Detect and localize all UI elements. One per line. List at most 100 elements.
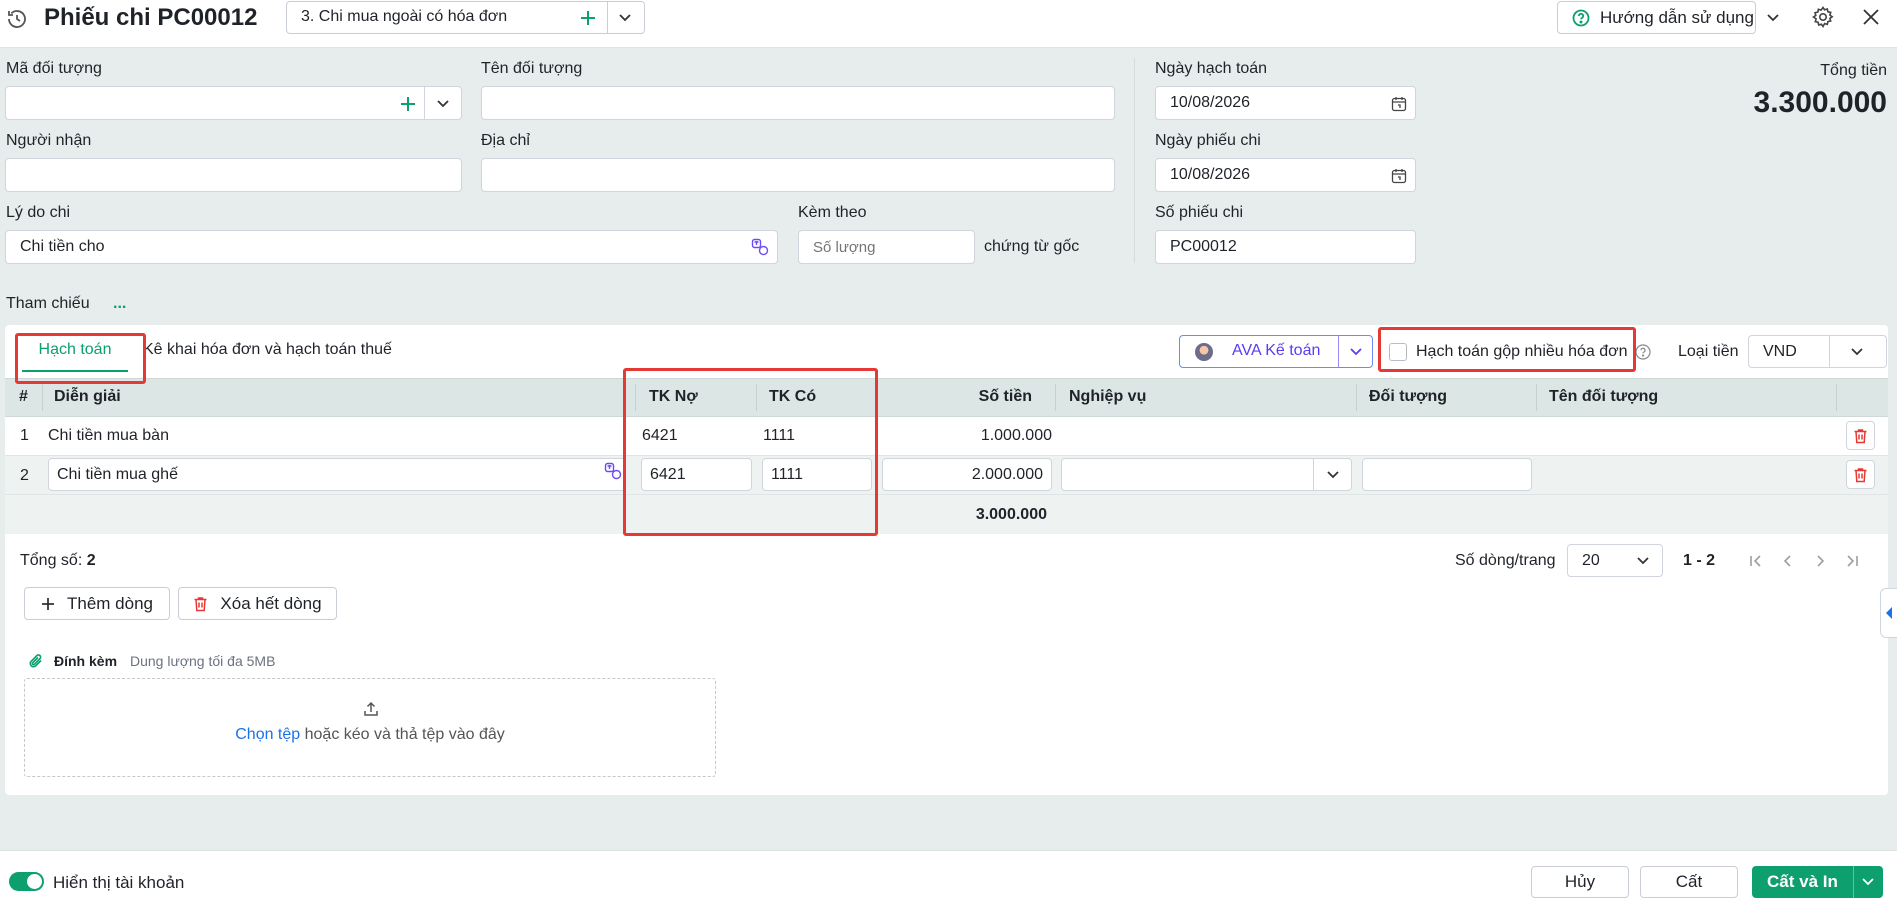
table-total-row xyxy=(5,495,1888,534)
row-index: 1 xyxy=(20,427,29,444)
ngay-hach-toan-field[interactable]: 10/08/2026 xyxy=(1155,86,1416,120)
show-account-toggle[interactable] xyxy=(9,872,44,891)
ten-doi-tuong-field[interactable] xyxy=(481,86,1115,120)
row-tk-no-input[interactable]: 6421 xyxy=(641,458,752,491)
rows-per-page-label: Số dòng/trang xyxy=(1455,552,1556,569)
form-divider xyxy=(1134,58,1135,263)
nguoi-nhan-field[interactable] xyxy=(5,158,462,192)
dia-chi-field[interactable] xyxy=(481,158,1115,192)
translate-icon[interactable] xyxy=(603,461,623,481)
row-tk-co[interactable]: 1111 xyxy=(763,427,795,445)
ten-doi-tuong-label: Tên đối tượng xyxy=(481,60,583,77)
voucher-type-select[interactable]: 3. Chi mua ngoài có hóa đơn xyxy=(286,1,645,34)
side-panel-handle[interactable] xyxy=(1880,588,1897,638)
plus-icon xyxy=(41,597,55,611)
file-dropzone[interactable]: Chọn tệp hoặc kéo và thả tệp vào đây xyxy=(24,678,716,777)
calendar-icon[interactable] xyxy=(1390,95,1408,113)
chevron-down-icon[interactable] xyxy=(1323,466,1343,484)
chevron-down-icon[interactable] xyxy=(614,8,636,28)
col-doi-tuong: Đối tượng xyxy=(1369,388,1448,405)
delete-row-button[interactable] xyxy=(1846,460,1875,489)
chevron-down-icon[interactable] xyxy=(1346,343,1366,361)
so-phieu-chi-label: Số phiếu chi xyxy=(1155,204,1244,221)
rows-per-page-select[interactable]: 20 xyxy=(1567,544,1663,577)
total-label: Tổng số: xyxy=(20,552,83,569)
drop-hint: hoặc kéo và thả tệp vào đây xyxy=(304,726,505,743)
tong-tien-value: 3.300.000 xyxy=(1753,86,1887,119)
clear-rows-button[interactable]: Xóa hết dòng xyxy=(178,587,337,620)
ma-doi-tuong-label: Mã đối tượng xyxy=(6,60,102,77)
rows-per-page-value: 20 xyxy=(1582,551,1600,569)
show-account-label: Hiển thị tài khoản xyxy=(53,873,185,892)
voucher-type-value: 3. Chi mua ngoài có hóa đơn xyxy=(301,8,508,25)
row-so-tien[interactable]: 1.000.000 xyxy=(981,427,1052,445)
nguoi-nhan-label: Người nhận xyxy=(6,132,92,149)
history-icon[interactable] xyxy=(4,6,30,32)
first-page-icon[interactable] xyxy=(1746,551,1766,571)
settings-gear-icon[interactable] xyxy=(1810,4,1836,30)
loai-tien-value: VND xyxy=(1763,342,1797,360)
save-print-button[interactable]: Cất và In xyxy=(1752,866,1883,898)
gop-hoa-don-checkbox[interactable] xyxy=(1389,343,1407,361)
calendar-icon[interactable] xyxy=(1390,167,1408,185)
col-tk-no: TK Nợ xyxy=(649,388,698,405)
tham-chieu-more[interactable]: ... xyxy=(113,295,126,313)
next-page-icon[interactable] xyxy=(1810,551,1830,571)
row-tk-co-input[interactable]: 1111 xyxy=(762,458,872,491)
info-question-icon xyxy=(1634,343,1652,361)
gop-hoa-don-label: Hạch toán gộp nhiều hóa đơn xyxy=(1416,343,1628,360)
total-count-label: Tổng số: 2 xyxy=(20,552,96,570)
help-button[interactable]: Hướng dẫn sử dụng xyxy=(1557,1,1779,34)
dia-chi-label: Địa chỉ xyxy=(481,132,530,149)
ava-button[interactable]: AVA Kế toán xyxy=(1179,335,1373,368)
close-icon[interactable] xyxy=(1860,6,1882,28)
paperclip-icon xyxy=(27,652,45,670)
chevron-down-icon[interactable] xyxy=(1847,343,1867,361)
page-title: Phiếu chi PC00012 xyxy=(44,4,258,31)
chevron-left-icon xyxy=(1883,605,1895,621)
loai-tien-select[interactable]: VND xyxy=(1748,335,1887,368)
so-phieu-chi-field[interactable]: PC00012 xyxy=(1155,230,1416,264)
ngay-phieu-chi-field[interactable]: 10/08/2026 xyxy=(1155,158,1416,192)
col-nghiep-vu: Nghiệp vụ xyxy=(1069,388,1147,405)
translate-icon[interactable] xyxy=(750,237,770,257)
ly-do-chi-value: Chi tiền cho xyxy=(20,238,105,255)
row-dien-giai[interactable]: Chi tiền mua bàn xyxy=(48,427,169,445)
chevron-down-icon[interactable] xyxy=(1858,873,1878,891)
row-tk-no[interactable]: 6421 xyxy=(642,427,678,445)
row-index: 2 xyxy=(20,467,29,484)
row-dien-giai-input[interactable]: Chi tiền mua ghế xyxy=(48,458,626,491)
row-nghiep-vu-select[interactable] xyxy=(1061,458,1352,491)
col-so-tien: Số tiền xyxy=(978,388,1032,405)
add-object-icon[interactable] xyxy=(397,94,419,114)
ngay-hach-toan-label: Ngày hạch toán xyxy=(1155,60,1268,77)
row-doi-tuong-input[interactable] xyxy=(1362,458,1532,491)
tong-tien-label: Tổng tiền xyxy=(1820,62,1887,79)
row-so-tien-input[interactable]: 2.000.000 xyxy=(882,458,1052,491)
tab-hach-toan[interactable]: Hạch toán xyxy=(22,338,128,372)
add-type-icon[interactable] xyxy=(577,7,599,29)
tab-ke-khai-label: Kê khai hóa đơn và hạch toán thuế xyxy=(143,341,392,358)
total-so-tien: 3.000.000 xyxy=(975,506,1047,523)
chevron-down-icon[interactable] xyxy=(432,94,454,114)
ma-doi-tuong-field[interactable] xyxy=(5,86,462,120)
add-row-button[interactable]: Thêm dòng xyxy=(24,587,170,620)
cancel-button[interactable]: Hủy xyxy=(1531,866,1629,898)
prev-page-icon[interactable] xyxy=(1778,551,1798,571)
delete-row-button[interactable] xyxy=(1846,421,1875,450)
save-print-label: Cất và In xyxy=(1767,872,1838,891)
col-ten-doi-tuong: Tên đối tượng xyxy=(1549,388,1659,405)
ngay-phieu-chi-value: 10/08/2026 xyxy=(1170,166,1251,183)
trash-icon xyxy=(193,596,208,612)
tab-ke-khai[interactable]: Kê khai hóa đơn và hạch toán thuế xyxy=(143,338,392,372)
table-row[interactable] xyxy=(5,417,1888,456)
choose-file-link[interactable]: Chọn tệp xyxy=(235,726,300,743)
ava-avatar xyxy=(1195,343,1213,361)
last-page-icon[interactable] xyxy=(1842,551,1862,571)
tham-chieu-label: Tham chiếu xyxy=(6,295,90,312)
ly-do-chi-label: Lý do chi xyxy=(6,204,71,221)
ngay-hach-toan-value: 10/08/2026 xyxy=(1170,94,1251,111)
kem-theo-input[interactable] xyxy=(798,230,975,264)
ly-do-chi-field[interactable]: Chi tiền cho xyxy=(5,230,778,264)
save-button[interactable]: Cất xyxy=(1640,866,1738,898)
